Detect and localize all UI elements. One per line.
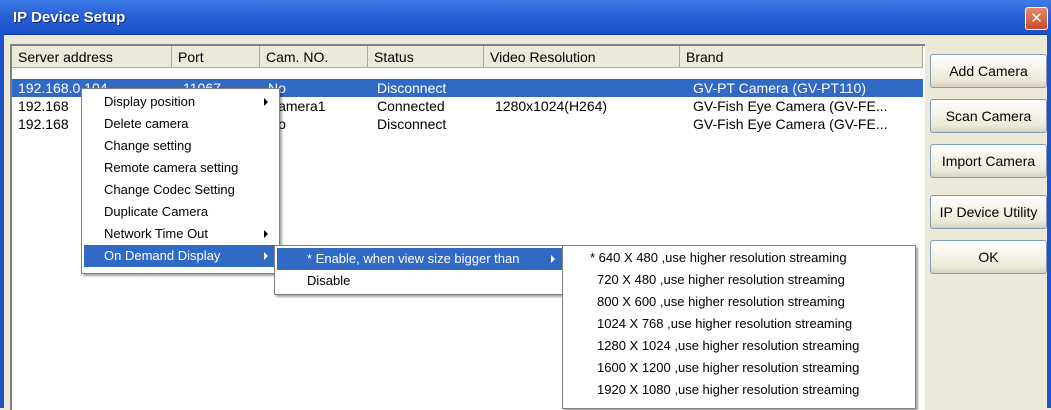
window-frame-right [1047,34,1051,408]
cell-status: Disconnect [377,80,447,96]
cell-status: Connected [377,98,445,114]
menu-item-res-800x600[interactable]: 800 X 600 ,use higher resolution streami… [565,291,913,313]
menu-item-label: Remote camera setting [104,160,239,175]
menu-item-label: 1024 X 768 ,use higher resolution stream… [597,316,853,331]
menu-item-res-1024x768[interactable]: 1024 X 768 ,use higher resolution stream… [565,313,913,335]
on-demand-submenu: * Enable, when view size bigger than Dis… [274,245,567,295]
cell-server-address: 192.168 [18,98,69,114]
menu-item-label: Duplicate Camera [104,204,209,219]
ok-button[interactable]: OK [930,240,1047,274]
cell-brand: GV-PT Camera (GV-PT110) [693,80,866,96]
context-menu: Display position Delete camera Change se… [81,88,280,274]
menu-item-label: 720 X 480 ,use higher resolution streami… [597,272,845,287]
cell-status: Disconnect [377,116,447,132]
menu-item-label: Network Time Out [104,226,209,241]
menu-item-label: 1920 X 1080 ,use higher resolution strea… [597,382,860,397]
menu-item-label: On Demand Display [104,248,221,263]
menu-item-network-time-out[interactable]: Network Time Out [84,223,277,245]
menu-item-res-1600x1200[interactable]: 1600 X 1200 ,use higher resolution strea… [565,357,913,379]
menu-item-label: Delete camera [104,116,189,131]
menu-item-disable[interactable]: Disable [277,270,564,292]
submenu-arrow-icon [551,255,555,263]
scan-camera-button[interactable]: Scan Camera [930,99,1047,133]
menu-item-res-1280x1024[interactable]: 1280 X 1024 ,use higher resolution strea… [565,335,913,357]
menu-item-label: 800 X 600 ,use higher resolution streami… [597,294,845,309]
column-header-port[interactable]: Port [172,46,260,68]
submenu-arrow-icon [264,252,268,260]
menu-item-res-1920x1080[interactable]: 1920 X 1080 ,use higher resolution strea… [565,379,913,401]
column-header-video-resolution[interactable]: Video Resolution [484,46,680,68]
column-header-cam-no[interactable]: Cam. NO. [260,46,368,68]
menu-item-change-codec-setting[interactable]: Change Codec Setting [84,179,277,201]
ip-device-utility-button[interactable]: IP Device Utility [930,195,1047,229]
menu-item-remote-camera-setting[interactable]: Remote camera setting [84,157,277,179]
menu-item-label: Change setting [104,138,192,153]
title-bar: IP Device Setup ✕ [0,0,1051,35]
column-header-server-address[interactable]: Server address [12,46,172,68]
menu-item-label: 1280 X 1024 ,use higher resolution strea… [597,338,860,353]
cell-video-resolution: 1280x1024(H264) [495,98,608,114]
menu-item-display-position[interactable]: Display position [84,91,277,113]
window-frame-left [0,34,4,408]
menu-item-change-setting[interactable]: Change setting [84,135,277,157]
add-camera-button[interactable]: Add Camera [930,54,1047,88]
column-header-brand[interactable]: Brand [680,46,923,68]
column-header-status[interactable]: Status [368,46,484,68]
cell-brand: GV-Fish Eye Camera (GV-FE... [693,116,888,132]
menu-item-label: * 640 X 480 ,use higher resolution strea… [590,250,847,265]
menu-item-duplicate-camera[interactable]: Duplicate Camera [84,201,277,223]
close-icon[interactable]: ✕ [1025,7,1048,30]
menu-item-label: 1600 X 1200 ,use higher resolution strea… [597,360,860,375]
cell-brand: GV-Fish Eye Camera (GV-FE... [693,98,888,114]
submenu-arrow-icon [264,98,268,106]
menu-item-label: Display position [104,94,196,109]
menu-item-res-720x480[interactable]: 720 X 480 ,use higher resolution streami… [565,269,913,291]
import-camera-button[interactable]: Import Camera [930,144,1047,178]
submenu-arrow-icon [264,230,268,238]
cell-server-address: 192.168 [18,116,69,132]
menu-item-label: Disable [307,273,351,288]
window-title: IP Device Setup [13,9,126,26]
menu-item-label: * Enable, when view size bigger than [307,251,520,266]
menu-item-enable-view-size[interactable]: * Enable, when view size bigger than [277,248,564,270]
menu-item-label: Change Codec Setting [104,182,235,197]
menu-item-res-640x480[interactable]: * 640 X 480 ,use higher resolution strea… [565,247,913,269]
resolution-submenu: * 640 X 480 ,use higher resolution strea… [562,245,916,409]
menu-item-on-demand-display[interactable]: On Demand Display [84,245,277,267]
menu-item-delete-camera[interactable]: Delete camera [84,113,277,135]
